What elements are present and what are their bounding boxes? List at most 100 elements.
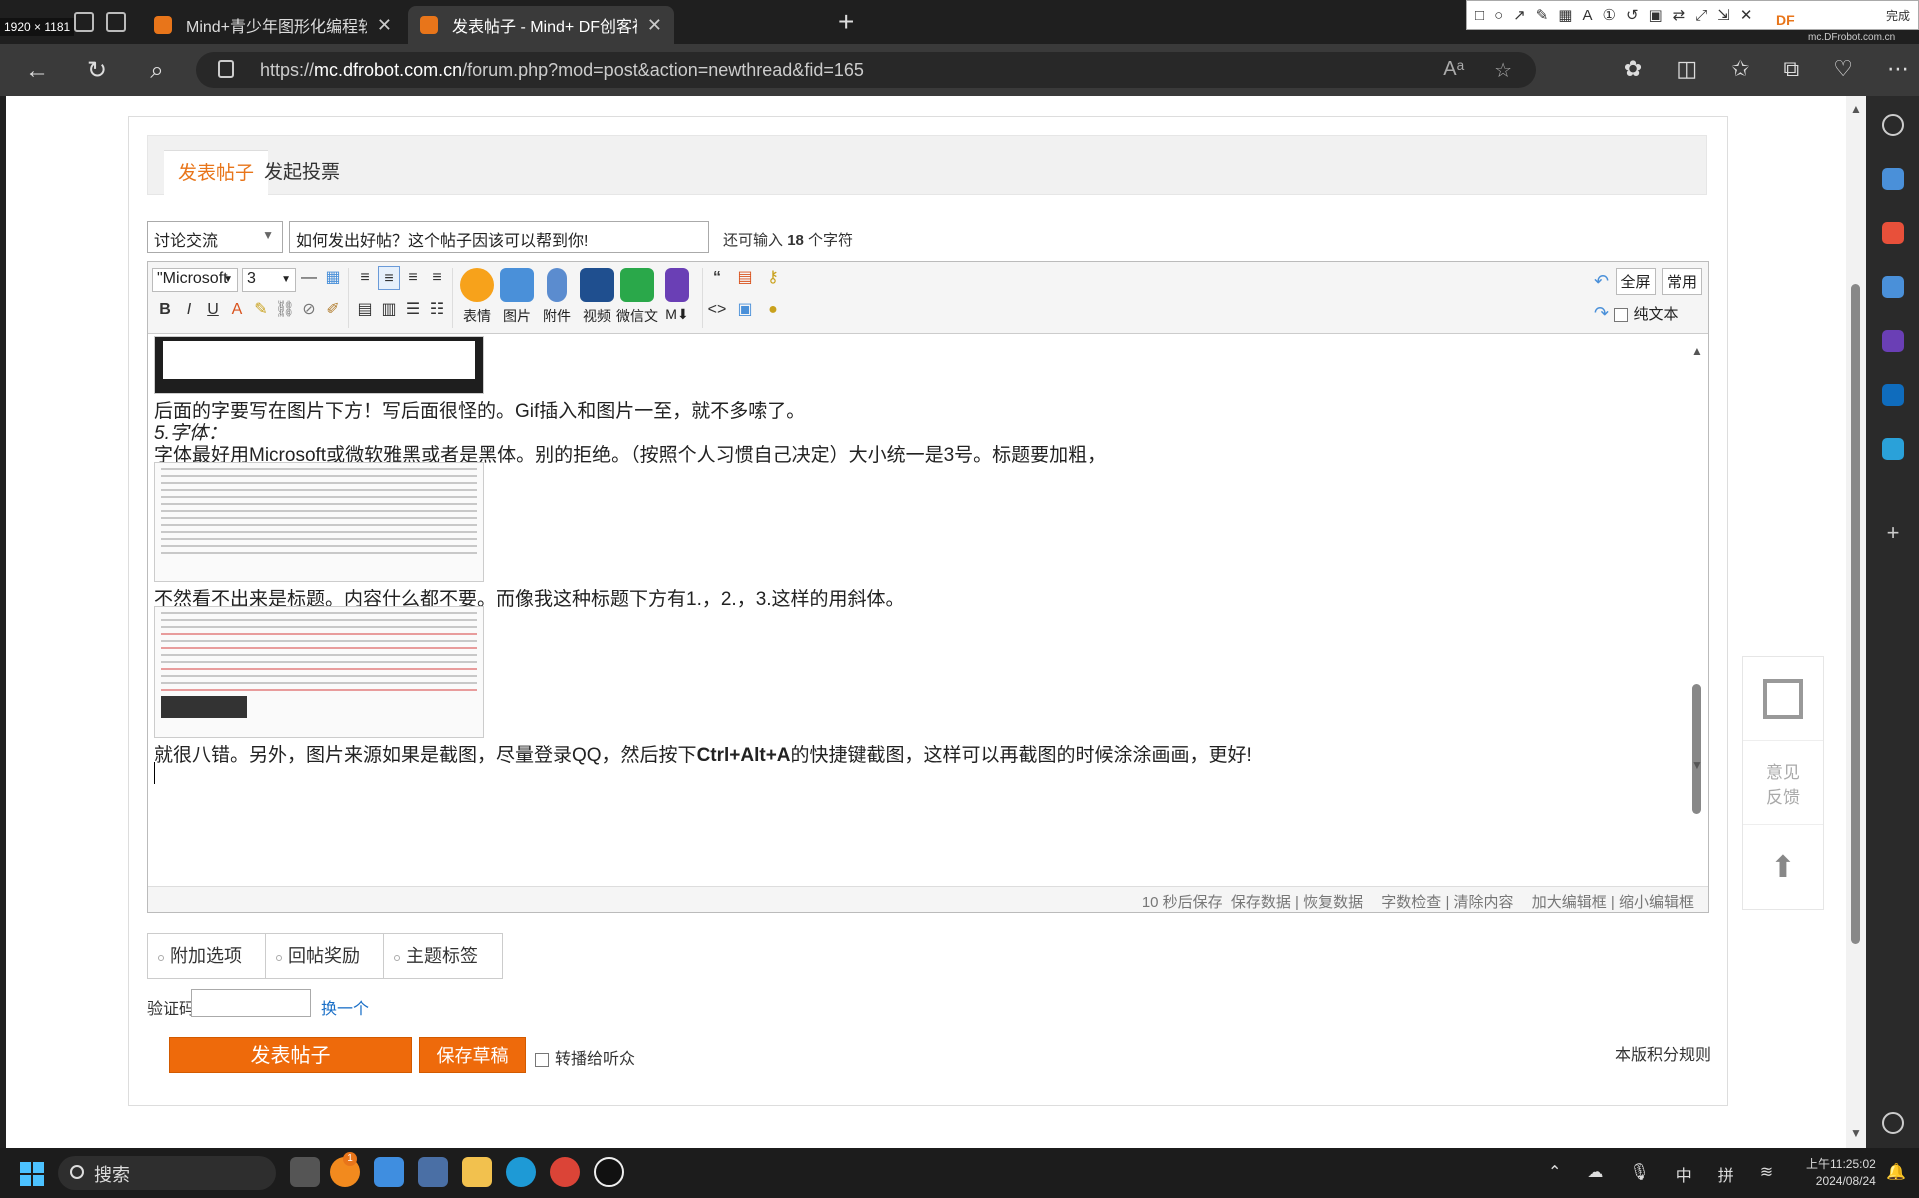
shrink-editor-link[interactable]: 缩小编辑框 xyxy=(1619,894,1694,911)
cancel-icon[interactable]: ✕ xyxy=(1740,6,1753,24)
games-icon[interactable] xyxy=(1882,276,1904,298)
font-family-select[interactable]: "Microsoft ▼ xyxy=(152,268,238,292)
submit-post-button[interactable]: 发表帖子 xyxy=(169,1037,412,1073)
ime-mode[interactable]: 中 xyxy=(1676,1162,1692,1186)
long-screenshot-icon[interactable]: ⤢ xyxy=(1695,7,1707,24)
split-screen-icon[interactable]: ◫ xyxy=(1676,56,1697,82)
captcha-refresh-link[interactable]: 换一个 xyxy=(321,995,369,1019)
undo-icon[interactable]: ↺ xyxy=(1626,6,1639,24)
onedrive-cloud-icon[interactable]: ☁ xyxy=(1587,1162,1603,1186)
quote-button[interactable]: “ xyxy=(706,266,728,290)
ellipse-tool-icon[interactable]: ○ xyxy=(1494,7,1503,24)
favorite-star-icon[interactable]: ☆ xyxy=(1494,58,1512,83)
collections-icon[interactable]: ⧉ xyxy=(1784,56,1800,82)
restore-data-link[interactable]: 恢复数据 xyxy=(1303,894,1363,911)
extensions-icon[interactable]: ✿ xyxy=(1624,56,1642,82)
edge-browser-icon[interactable] xyxy=(506,1157,536,1187)
page-scroll-thumb[interactable] xyxy=(1851,284,1860,944)
rectangle-tool-icon[interactable]: □ xyxy=(1475,7,1484,24)
enlarge-editor-link[interactable]: 加大编辑框 xyxy=(1532,894,1607,911)
scroll-up-icon[interactable]: ▲ xyxy=(1850,102,1862,116)
align-left-icon[interactable]: ≡ xyxy=(378,266,400,290)
arrow-tool-icon[interactable]: ↗ xyxy=(1513,6,1526,24)
unordered-list-icon[interactable]: ☷ xyxy=(426,298,448,322)
captcha-input[interactable] xyxy=(191,989,311,1017)
qr-code-button[interactable] xyxy=(1743,657,1823,741)
page-break-icon[interactable]: ▣ xyxy=(734,298,756,322)
search-icon[interactable]: ⌕ xyxy=(142,56,172,86)
ordered-list-icon[interactable]: ☰ xyxy=(402,298,424,322)
align-right-block-icon[interactable]: ≡ xyxy=(354,266,376,290)
scroll-down-icon[interactable]: ▼ xyxy=(1691,758,1703,772)
text-tool-icon[interactable]: A xyxy=(1582,7,1592,24)
notification-bell-icon[interactable]: 🔔 xyxy=(1886,1162,1906,1182)
microphone-icon[interactable]: 🎙 xyxy=(1629,1162,1649,1186)
feedback-button[interactable]: 意见 反馈 xyxy=(1743,741,1823,825)
broadcast-checkbox[interactable] xyxy=(535,1052,549,1067)
extra-options-button[interactable]: 附加选项 xyxy=(147,933,267,979)
add-icon[interactable]: + xyxy=(1882,522,1904,544)
clear-content-link[interactable]: 清除内容 xyxy=(1454,894,1514,911)
address-bar[interactable]: https://mc.dfrobot.com.cn/forum.php?mod=… xyxy=(196,52,1536,88)
tab-new-poll[interactable]: 发起投票 xyxy=(250,150,354,196)
close-tab-icon[interactable]: ✕ xyxy=(377,15,392,36)
number-tool-icon[interactable]: ① xyxy=(1602,6,1615,24)
font-color-icon[interactable]: A xyxy=(226,298,248,322)
redo-arrow-icon[interactable]: ↷ xyxy=(1594,303,1609,323)
start-windows-icon[interactable] xyxy=(20,1162,44,1186)
close-tab-icon[interactable]: ✕ xyxy=(647,15,662,36)
editor-content-area[interactable]: 后面的字要写在图片下方！写后面很怪的。Gif插入和图片一至，就不多嗦了。 5.字… xyxy=(148,334,1688,886)
mosaic-tool-icon[interactable]: ▦ xyxy=(1558,6,1572,24)
ocr-icon[interactable]: ▣ xyxy=(1649,6,1663,24)
editor-scroll-thumb[interactable] xyxy=(1692,684,1701,814)
table-icon[interactable]: ▦ xyxy=(322,266,344,290)
workspaces-icon[interactable] xyxy=(74,12,94,32)
refresh-icon[interactable]: ↻ xyxy=(82,56,112,86)
broadcast-option[interactable]: 转播给听众 xyxy=(535,1045,635,1069)
tab-forum[interactable]: Mind+青少年图形化编程软件论坛 - ✕ xyxy=(142,6,404,44)
free-content-icon[interactable]: ▤ xyxy=(734,266,756,290)
send-icon[interactable] xyxy=(1882,438,1904,460)
more-menu-icon[interactable]: ⋯ xyxy=(1887,56,1909,82)
category-select[interactable]: 讨论交流 ▼ xyxy=(147,221,283,253)
pin-icon[interactable]: ⇲ xyxy=(1717,6,1730,24)
chrome-browser-icon[interactable] xyxy=(550,1157,580,1187)
clear-format-icon[interactable]: ✐ xyxy=(322,298,344,322)
scroll-up-icon[interactable]: ▲ xyxy=(1691,344,1703,358)
back-arrow-icon[interactable]: ← xyxy=(22,56,52,86)
font-size-select[interactable]: 3 ▼ xyxy=(242,268,296,292)
unlink-icon[interactable]: ⊘ xyxy=(298,298,320,322)
word-count-link[interactable]: 字数检查 xyxy=(1381,894,1441,911)
copilot-icon[interactable] xyxy=(1882,330,1904,352)
lock-icon[interactable] xyxy=(218,60,234,78)
highlight-icon[interactable]: ✎ xyxy=(250,298,272,322)
new-tab-button[interactable]: + xyxy=(838,6,854,38)
italic-button[interactable]: I xyxy=(178,298,200,322)
editor-scrollbar[interactable]: ▲ ▼ xyxy=(1686,334,1708,886)
file-explorer-icon[interactable] xyxy=(462,1157,492,1187)
url-text[interactable]: https://mc.dfrobot.com.cn/forum.php?mod=… xyxy=(260,60,864,81)
credit-rules-link[interactable]: 本版积分规则 xyxy=(1615,1041,1711,1065)
outlook-icon[interactable] xyxy=(1882,384,1904,406)
read-aloud-icon[interactable]: Aᵃ xyxy=(1443,58,1464,83)
chevron-up-icon[interactable]: ⌃ xyxy=(1548,1162,1561,1186)
topic-tags-button[interactable]: 主题标签 xyxy=(383,933,503,979)
shopping-tag-icon[interactable] xyxy=(1882,168,1904,190)
reply-reward-button[interactable]: 回帖奖励 xyxy=(265,933,385,979)
save-data-link[interactable]: 保存数据 xyxy=(1231,894,1291,911)
qq-icon[interactable] xyxy=(594,1157,624,1187)
taskbar-search[interactable]: 搜索 xyxy=(58,1156,276,1190)
markdown-button[interactable]: M⬇ xyxy=(654,268,700,323)
tab-new-post[interactable]: 发表帖子 - Mind+ DF创客社区 - 5 ✕ xyxy=(408,6,674,44)
float-left-icon[interactable]: ▤ xyxy=(354,298,376,322)
page-scrollbar[interactable]: ▲ ▼ xyxy=(1846,96,1866,1148)
sidebar-search-icon[interactable] xyxy=(1882,114,1904,136)
save-draft-button[interactable]: 保存草稿 xyxy=(419,1037,526,1073)
ime-pinyin[interactable]: 拼 xyxy=(1718,1162,1734,1186)
fullscreen-button[interactable]: 全屏 xyxy=(1615,268,1656,295)
store-icon[interactable] xyxy=(374,1157,404,1187)
link-icon[interactable]: ⛓ xyxy=(274,298,296,322)
browser-essentials-icon[interactable]: ♡ xyxy=(1833,56,1853,82)
back-to-top-rocket-icon[interactable]: ⬆ xyxy=(1743,825,1823,909)
horizontal-rule-icon[interactable]: — xyxy=(298,266,320,290)
